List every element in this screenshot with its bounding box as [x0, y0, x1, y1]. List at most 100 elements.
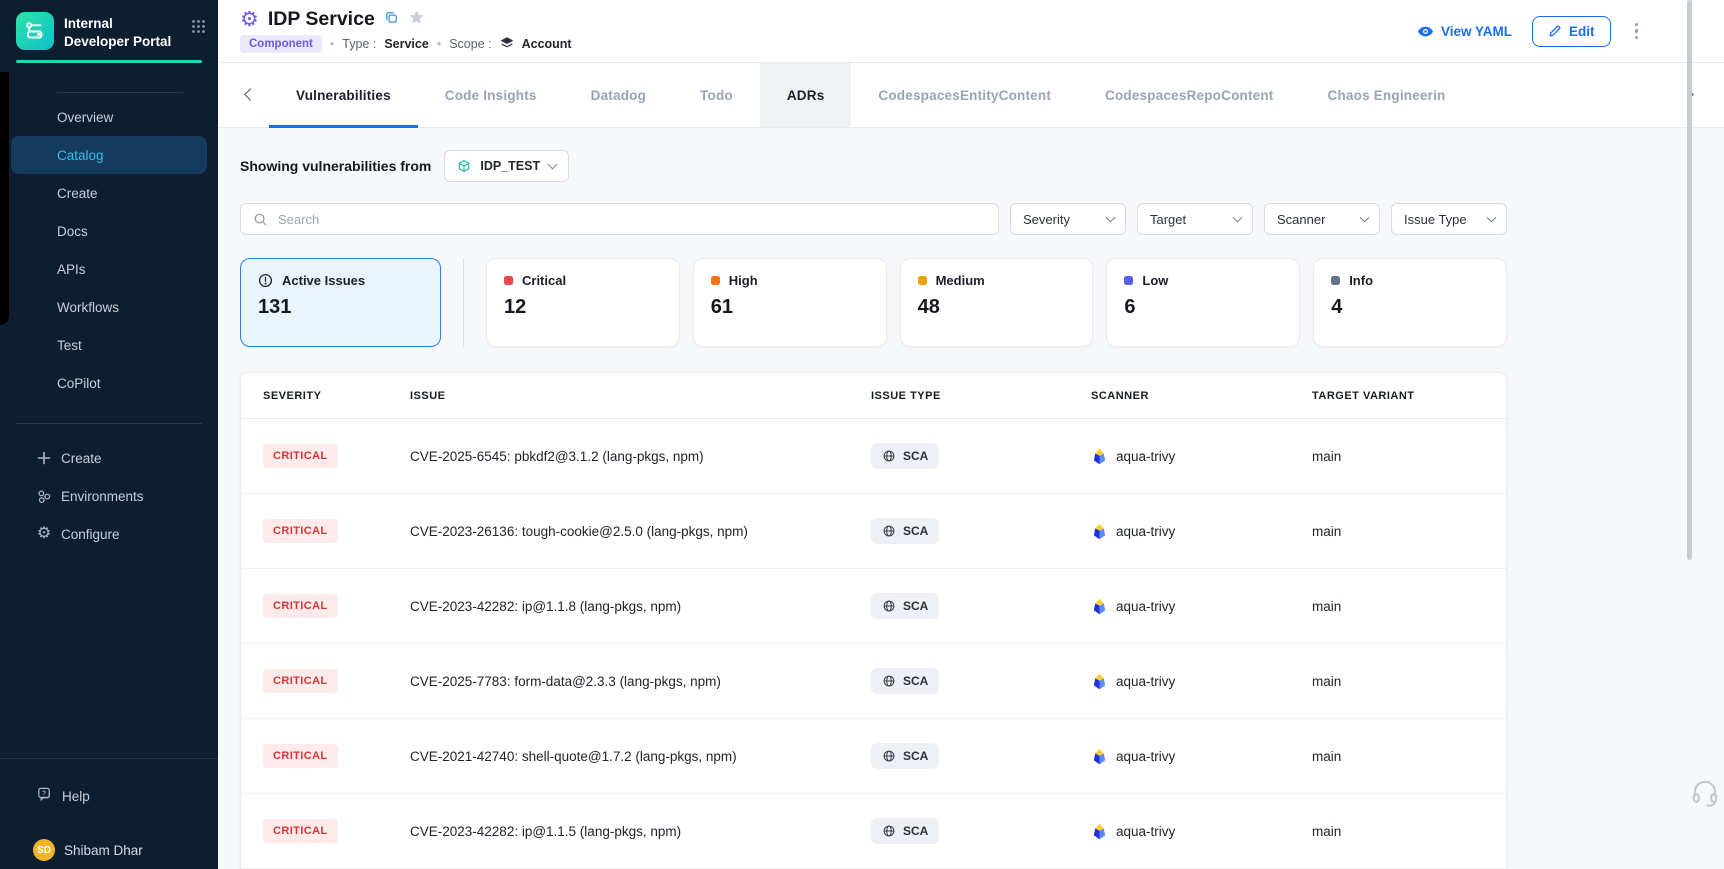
- support-headset-icon[interactable]: [1690, 778, 1720, 813]
- app-logo-icon: [16, 12, 54, 50]
- table-row[interactable]: CRITICAL CVE-2025-7783: form-data@2.3.3 …: [241, 644, 1506, 719]
- cube-icon: [457, 159, 471, 173]
- tab-bar: Vulnerabilities Code Insights Datadog To…: [218, 63, 1724, 128]
- info-dot-icon: [1331, 276, 1340, 285]
- active-issues-card[interactable]: Active Issues 131: [240, 258, 441, 347]
- edit-button[interactable]: Edit: [1532, 16, 1611, 47]
- sca-icon: [882, 449, 896, 463]
- filter-label: Issue Type: [1404, 212, 1467, 227]
- severity-filter[interactable]: Severity: [1010, 203, 1126, 235]
- tab-todo[interactable]: Todo: [673, 63, 760, 127]
- low-card[interactable]: Low 6: [1106, 258, 1300, 347]
- vulnerabilities-panel: Showing vulnerabilities from IDP_TEST: [218, 128, 1507, 869]
- medium-card[interactable]: Medium 48: [900, 258, 1094, 347]
- sidebar-item-overview[interactable]: Overview: [11, 98, 207, 136]
- table-header-row: SEVERITY ISSUE ISSUE TYPE SCANNER TARGET…: [241, 373, 1506, 419]
- sidebar-item-catalog[interactable]: Catalog: [11, 136, 207, 174]
- critical-card[interactable]: Critical 12: [486, 258, 680, 347]
- sidebar-action-label: Environments: [61, 489, 144, 504]
- table-row[interactable]: CRITICAL CVE-2021-42740: shell-quote@1.7…: [241, 719, 1506, 794]
- table-row[interactable]: CRITICAL CVE-2025-6545: pbkdf2@3.1.2 (la…: [241, 419, 1506, 494]
- tab-chaos-engineering[interactable]: Chaos Engineerin: [1301, 63, 1473, 127]
- sidebar-item-copilot[interactable]: CoPilot: [11, 364, 207, 402]
- tab-code-insights[interactable]: Code Insights: [418, 63, 564, 127]
- app-window: Internal Developer Portal Overview Catal…: [0, 0, 1724, 869]
- scanner-name: aqua-trivy: [1116, 824, 1175, 839]
- issue-text: CVE-2023-26136: tough-cookie@2.5.0 (lang…: [410, 524, 871, 539]
- brand-title: Internal Developer Portal: [64, 12, 181, 50]
- scanner-filter[interactable]: Scanner: [1264, 203, 1380, 235]
- issue-type-chip: SCA: [871, 593, 939, 619]
- meta-separator: •: [330, 37, 334, 51]
- source-value: IDP_TEST: [480, 159, 540, 173]
- user-menu[interactable]: SD Shibam Dhar: [0, 831, 218, 869]
- table-row[interactable]: CRITICAL CVE-2023-26136: tough-cookie@2.…: [241, 494, 1506, 569]
- card-label: Info: [1349, 273, 1373, 288]
- card-value: 131: [258, 296, 423, 319]
- info-card[interactable]: Info 4: [1313, 258, 1507, 347]
- vertical-scrollbar[interactable]: [1687, 0, 1692, 560]
- high-card[interactable]: High 61: [693, 258, 887, 347]
- sidebar-item-test[interactable]: Test: [11, 326, 207, 364]
- issue-type-label: SCA: [903, 674, 928, 688]
- tab-codespaces-repo-content[interactable]: CodespacesRepoContent: [1078, 63, 1300, 127]
- sidebar-item-docs[interactable]: Docs: [11, 212, 207, 250]
- sca-icon: [882, 524, 896, 538]
- filter-label: Scanner: [1277, 212, 1325, 227]
- tab-datadog[interactable]: Datadog: [564, 63, 673, 127]
- issue-text: CVE-2023-42282: ip@1.1.8 (lang-pkgs, npm…: [410, 599, 871, 614]
- issue-type-filter[interactable]: Issue Type: [1391, 203, 1507, 235]
- view-yaml-label: View YAML: [1441, 24, 1512, 39]
- configure-gear-icon: ⚙: [36, 526, 52, 542]
- sidebar-action-environments[interactable]: Environments: [0, 477, 218, 515]
- tab-vulnerabilities[interactable]: Vulnerabilities: [269, 63, 418, 127]
- card-label: Medium: [936, 273, 985, 288]
- table-row[interactable]: CRITICAL CVE-2023-42282: ip@1.1.8 (lang-…: [241, 569, 1506, 644]
- chevron-down-icon: [1487, 212, 1497, 222]
- target-filter[interactable]: Target: [1137, 203, 1253, 235]
- trivy-icon: [1091, 673, 1108, 690]
- sidebar-action-configure[interactable]: ⚙ Configure: [0, 515, 218, 553]
- favorite-star-icon[interactable]: [408, 9, 425, 31]
- copy-icon[interactable]: [384, 10, 399, 30]
- tab-adrs[interactable]: ADRs: [760, 63, 852, 127]
- source-selector[interactable]: IDP_TEST: [444, 150, 569, 182]
- sidebar-item-apis[interactable]: APIs: [11, 250, 207, 288]
- issue-type-label: SCA: [903, 749, 928, 763]
- column-header-scanner: SCANNER: [1091, 390, 1312, 402]
- sidebar-item-workflows[interactable]: Workflows: [11, 288, 207, 326]
- svg-text:?: ?: [42, 790, 46, 797]
- critical-dot-icon: [504, 276, 513, 285]
- view-yaml-button[interactable]: View YAML: [1417, 23, 1512, 40]
- issue-text: CVE-2023-42282: ip@1.1.5 (lang-pkgs, npm…: [410, 824, 871, 839]
- more-options-icon[interactable]: [1631, 17, 1643, 45]
- sidebar-item-create[interactable]: Create: [11, 174, 207, 212]
- search-input[interactable]: [276, 211, 986, 228]
- target-variant: main: [1312, 749, 1486, 764]
- target-variant: main: [1312, 599, 1486, 614]
- tab-codespaces-entity-content[interactable]: CodespacesEntityContent: [851, 63, 1078, 127]
- filter-row: Severity Target Scanner Issue Type: [240, 203, 1507, 235]
- severity-badge: CRITICAL: [263, 444, 338, 468]
- table-row[interactable]: CRITICAL CVE-2023-42282: ip@1.1.5 (lang-…: [241, 794, 1506, 869]
- tabs-scroll-left-icon[interactable]: [240, 80, 261, 110]
- source-row: Showing vulnerabilities from IDP_TEST: [240, 150, 1507, 182]
- column-header-target-variant: TARGET VARIANT: [1312, 390, 1486, 402]
- column-header-issue: ISSUE: [410, 390, 871, 402]
- sidebar-action-create[interactable]: Create: [0, 439, 218, 477]
- sidebar-action-label: Configure: [61, 527, 120, 542]
- scanner-name: aqua-trivy: [1116, 449, 1175, 464]
- card-label: Low: [1142, 273, 1168, 288]
- filter-label: Target: [1150, 212, 1186, 227]
- apps-grid-icon[interactable]: [191, 19, 206, 39]
- low-dot-icon: [1124, 276, 1133, 285]
- sidebar-nav: Overview Catalog Create Docs APIs Workfl…: [0, 98, 218, 402]
- card-value: 4: [1331, 296, 1489, 319]
- scope-label: Scope :: [449, 37, 491, 51]
- help-button[interactable]: ? Help: [0, 777, 218, 815]
- sidebar-divider: [0, 758, 218, 759]
- card-value: 48: [918, 296, 1076, 319]
- high-dot-icon: [711, 276, 720, 285]
- pencil-icon: [1548, 24, 1562, 38]
- scope-value: Account: [522, 37, 572, 51]
